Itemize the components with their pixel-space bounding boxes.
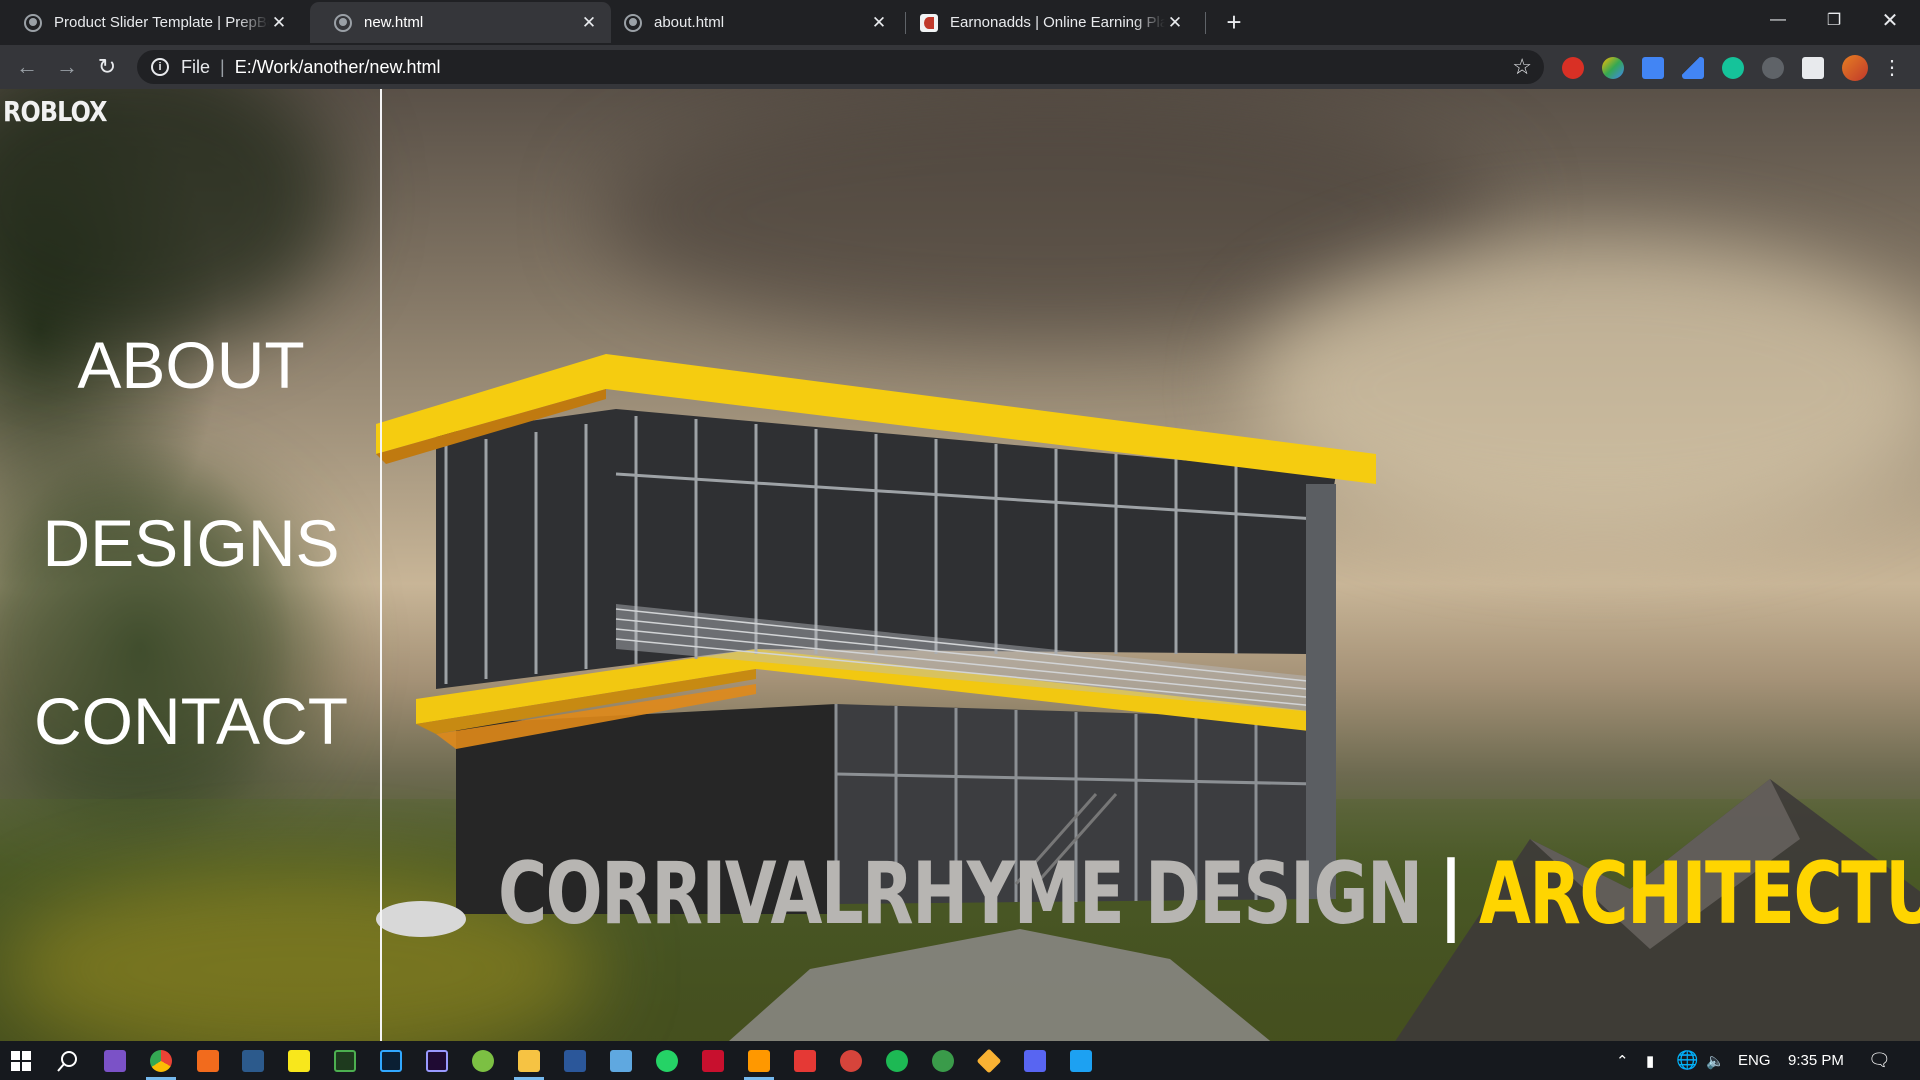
nav-link-designs[interactable]: DESIGNS bbox=[0, 505, 382, 581]
browser-toolbar: ← → ↻ i File | E:/Work/another/new.html … bbox=[0, 45, 1920, 89]
browser-tab-strip: Product Slider Template | PrepBootstrap … bbox=[0, 0, 1920, 45]
word-icon[interactable] bbox=[564, 1050, 586, 1072]
globe-icon bbox=[334, 13, 352, 32]
tab-new-html[interactable]: new.html ✕ bbox=[310, 2, 611, 43]
clock-time[interactable]: 9:35 PM bbox=[1788, 1041, 1844, 1080]
language-indicator[interactable]: ENG bbox=[1738, 1041, 1771, 1080]
close-icon[interactable]: ✕ bbox=[269, 13, 289, 33]
close-icon[interactable]: ✕ bbox=[869, 13, 889, 33]
notification-center-icon[interactable]: 🗨 bbox=[1868, 1041, 1891, 1080]
visual-studio-icon[interactable] bbox=[104, 1050, 126, 1072]
battery-icon[interactable]: ▮ bbox=[1646, 1041, 1654, 1080]
globe-icon bbox=[624, 13, 642, 32]
powerpoint-icon[interactable] bbox=[840, 1050, 862, 1072]
chrome-icon[interactable] bbox=[150, 1050, 172, 1072]
sublime-text-icon[interactable] bbox=[748, 1050, 770, 1072]
color-extension-icon[interactable] bbox=[1602, 57, 1624, 79]
grammarly-extension-icon[interactable] bbox=[1722, 57, 1744, 79]
address-url[interactable]: E:/Work/another/new.html bbox=[235, 57, 441, 78]
whatsapp-icon[interactable] bbox=[656, 1050, 678, 1072]
tab-title: Product Slider Template | PrepBootstrap bbox=[54, 14, 269, 31]
headline-architecture: ARCHITECTURE bbox=[1478, 844, 1920, 944]
tab-separator bbox=[1205, 12, 1206, 34]
tab-about-html[interactable]: about.html ✕ bbox=[600, 2, 901, 43]
sidebar-divider bbox=[380, 89, 382, 1041]
extensions-puzzle-icon[interactable] bbox=[1802, 57, 1824, 79]
close-icon[interactable]: ✕ bbox=[579, 13, 599, 33]
close-icon[interactable]: ✕ bbox=[1165, 13, 1185, 33]
nav-link-contact[interactable]: CONTACT bbox=[0, 683, 382, 759]
info-icon[interactable]: i bbox=[151, 58, 169, 76]
tab-title: new.html bbox=[364, 14, 424, 31]
window-close-icon[interactable]: ✕ bbox=[1862, 0, 1918, 40]
popcorn-icon[interactable] bbox=[794, 1050, 816, 1072]
after-effects-icon[interactable] bbox=[426, 1050, 448, 1072]
translate-extension-icon[interactable] bbox=[1642, 57, 1664, 79]
headline-separator: | bbox=[1438, 844, 1464, 944]
roblox-logo[interactable]: ROBLOX bbox=[3, 95, 108, 128]
snipping-tool-icon[interactable] bbox=[242, 1050, 264, 1072]
profile-avatar[interactable] bbox=[1842, 55, 1868, 81]
headline-brand: CORRIVALRHYME DESIGN bbox=[498, 844, 1423, 944]
adblock-extension-icon[interactable] bbox=[1562, 57, 1584, 79]
git-icon[interactable] bbox=[976, 1048, 1002, 1074]
spotify-icon[interactable] bbox=[886, 1050, 908, 1072]
photoshop-icon[interactable] bbox=[380, 1050, 402, 1072]
dark-mode-extension-icon[interactable] bbox=[1762, 57, 1784, 79]
tab-product-slider[interactable]: Product Slider Template | PrepBootstrap … bbox=[0, 2, 301, 43]
dreamweaver-icon[interactable] bbox=[334, 1050, 356, 1072]
twitter-icon[interactable] bbox=[1070, 1050, 1092, 1072]
nav-link-about[interactable]: ABOUT bbox=[0, 327, 382, 403]
reload-icon[interactable]: ↻ bbox=[91, 51, 123, 83]
file-explorer-icon[interactable] bbox=[518, 1050, 540, 1072]
address-divider: | bbox=[220, 56, 225, 77]
discord-icon[interactable] bbox=[1024, 1050, 1046, 1072]
pen-extension-icon[interactable] bbox=[1682, 57, 1704, 79]
sticky-notes-icon[interactable] bbox=[288, 1050, 310, 1072]
new-tab-button[interactable]: + bbox=[1218, 6, 1250, 38]
tab-earnonadds[interactable]: Earnonadds | Online Earning Platform ✕ bbox=[896, 2, 1197, 43]
xampp-icon[interactable] bbox=[197, 1050, 219, 1072]
access-icon[interactable] bbox=[702, 1050, 724, 1072]
tray-chevron-icon[interactable]: ⌃ bbox=[1616, 1041, 1629, 1080]
address-scheme: File bbox=[181, 56, 211, 77]
volume-icon[interactable]: 🔈 bbox=[1706, 1041, 1725, 1080]
tab-title: about.html bbox=[654, 14, 725, 31]
windows-start-icon[interactable] bbox=[11, 1051, 31, 1071]
xbox-icon[interactable] bbox=[932, 1050, 954, 1072]
bookmark-star-icon[interactable]: ☆ bbox=[1512, 54, 1532, 80]
back-arrow-icon[interactable]: ← bbox=[11, 51, 43, 83]
notepad-icon[interactable] bbox=[610, 1050, 632, 1072]
tab-title: Earnonadds | Online Earning Platform bbox=[950, 14, 1165, 31]
forward-arrow-icon[interactable]: → bbox=[51, 51, 83, 83]
menu-dots-icon[interactable]: ⋮ bbox=[1876, 51, 1908, 83]
globe-icon bbox=[24, 13, 42, 32]
earnonadds-favicon-icon bbox=[920, 13, 938, 32]
search-icon[interactable] bbox=[57, 1050, 79, 1072]
address-bar[interactable]: i File | E:/Work/another/new.html ☆ bbox=[137, 50, 1544, 84]
background-foliage bbox=[0, 89, 340, 349]
minimize-icon[interactable]: — bbox=[1750, 0, 1806, 40]
hero-headline: CORRIVALRHYME DESIGN|ARCHITECTURE bbox=[498, 844, 1920, 944]
page-viewport: ROBLOX ABOUT DESIGNS CONTACT CORRIVALRHY… bbox=[0, 89, 1920, 1041]
camera-app-icon[interactable] bbox=[472, 1050, 494, 1072]
network-globe-icon[interactable]: 🌐 bbox=[1676, 1041, 1698, 1080]
restore-icon[interactable]: ❐ bbox=[1806, 0, 1862, 40]
windows-taskbar: ⌃ ▮ 🌐 🔈 ENG 9:35 PM 🗨 bbox=[0, 1041, 1920, 1080]
